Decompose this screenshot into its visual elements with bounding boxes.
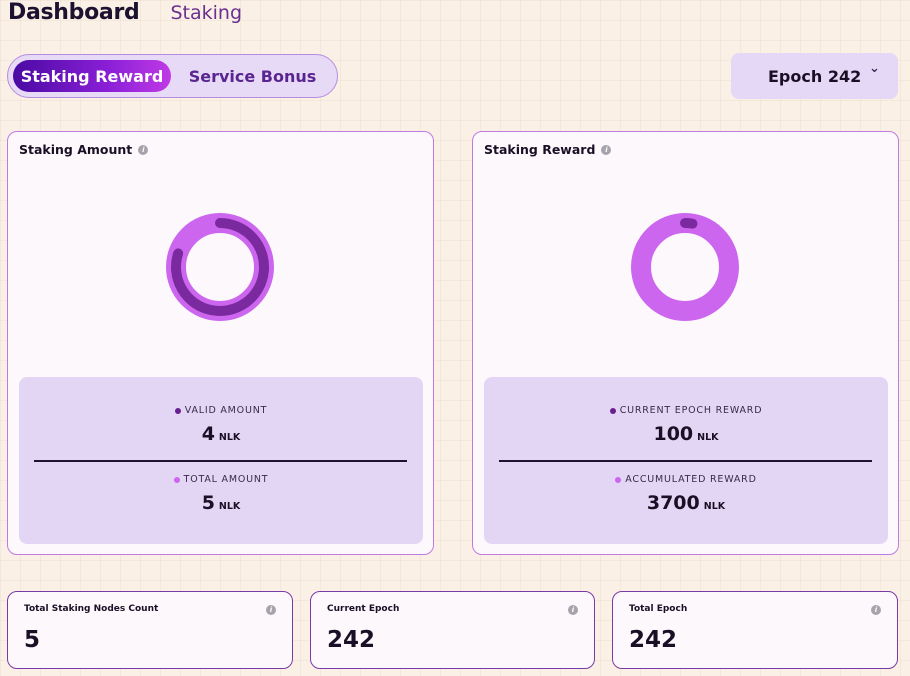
current-epoch-value: 242 [327, 627, 376, 653]
valid-amount-value: 4 [201, 423, 215, 445]
total-epoch-card: Total Epoch i 242 [612, 591, 898, 669]
total-epoch-label: Total Epoch [629, 604, 688, 614]
total-staking-nodes-value: 5 [24, 627, 41, 653]
tab-staking-reward[interactable]: Staking Reward [13, 60, 171, 92]
staking-reward-card: Staking Reward i CURRENT EPOCH REWARD 10… [472, 131, 899, 555]
staking-amount-card: Staking Amount i VALID AMOUNT 4 NLK TOTAL… [7, 131, 434, 555]
total-staking-nodes-card: Total Staking Nodes Count i 5 [7, 591, 293, 669]
accumulated-reward-block: ACCUMULATED REWARD 3700 NLK [484, 474, 888, 514]
current-epoch-label: Current Epoch [327, 604, 400, 614]
donut-track [631, 213, 739, 321]
valid-amount-unit: NLK [218, 432, 241, 443]
accumulated-reward-dot [615, 476, 622, 483]
epoch-select[interactable]: Epoch 242 ⌄ [731, 53, 898, 99]
divider [499, 460, 872, 462]
staking-amount-donut [166, 213, 274, 321]
staking-amount-stats: VALID AMOUNT 4 NLK TOTAL AMOUNT 5 NLK [19, 377, 423, 544]
breadcrumb[interactable]: Staking [170, 2, 242, 24]
page-header: Dashboard Staking [8, 0, 242, 32]
page-title: Dashboard [8, 0, 140, 25]
valid-amount-label: VALID AMOUNT [184, 405, 268, 416]
total-amount-block: TOTAL AMOUNT 5 NLK [19, 474, 423, 514]
current-reward-label: CURRENT EPOCH REWARD [619, 405, 763, 416]
total-amount-value: 5 [201, 492, 215, 514]
total-epoch-value: 242 [629, 627, 678, 653]
current-reward-unit: NLK [697, 432, 719, 443]
total-staking-nodes-label: Total Staking Nodes Count [24, 604, 159, 614]
current-reward-dot [609, 407, 616, 414]
total-amount-label: TOTAL AMOUNT [183, 474, 269, 485]
staking-reward-stats: CURRENT EPOCH REWARD 100 NLK ACCUMULATED … [484, 377, 888, 544]
accumulated-reward-value: 3700 [646, 492, 700, 514]
info-icon[interactable]: i [871, 605, 881, 615]
info-icon[interactable]: i [568, 605, 578, 615]
valid-amount-dot [174, 407, 181, 414]
accumulated-reward-label: ACCUMULATED REWARD [625, 474, 757, 485]
total-amount-unit: NLK [218, 501, 241, 512]
chevron-down-icon: ⌄ [869, 61, 880, 76]
info-icon[interactable]: i [138, 144, 149, 155]
valid-amount-block: VALID AMOUNT 4 NLK [19, 405, 423, 445]
epoch-select-value: Epoch 242 [768, 66, 862, 86]
donut-arc-current [680, 218, 698, 229]
tab-service-bonus[interactable]: Service Bonus [173, 60, 332, 92]
current-reward-block: CURRENT EPOCH REWARD 100 NLK [484, 405, 888, 445]
divider [34, 460, 407, 462]
info-icon[interactable]: i [266, 605, 276, 615]
staking-reward-donut [631, 213, 739, 321]
reward-type-toggle: Staking Reward Service Bonus [7, 54, 338, 98]
staking-amount-title: Staking Amount [19, 142, 133, 157]
total-amount-dot [173, 476, 180, 483]
current-reward-value: 100 [653, 423, 694, 445]
staking-reward-title: Staking Reward [484, 142, 596, 157]
current-epoch-card: Current Epoch i 242 [310, 591, 595, 669]
accumulated-reward-unit: NLK [703, 501, 726, 512]
info-icon[interactable]: i [601, 144, 612, 155]
